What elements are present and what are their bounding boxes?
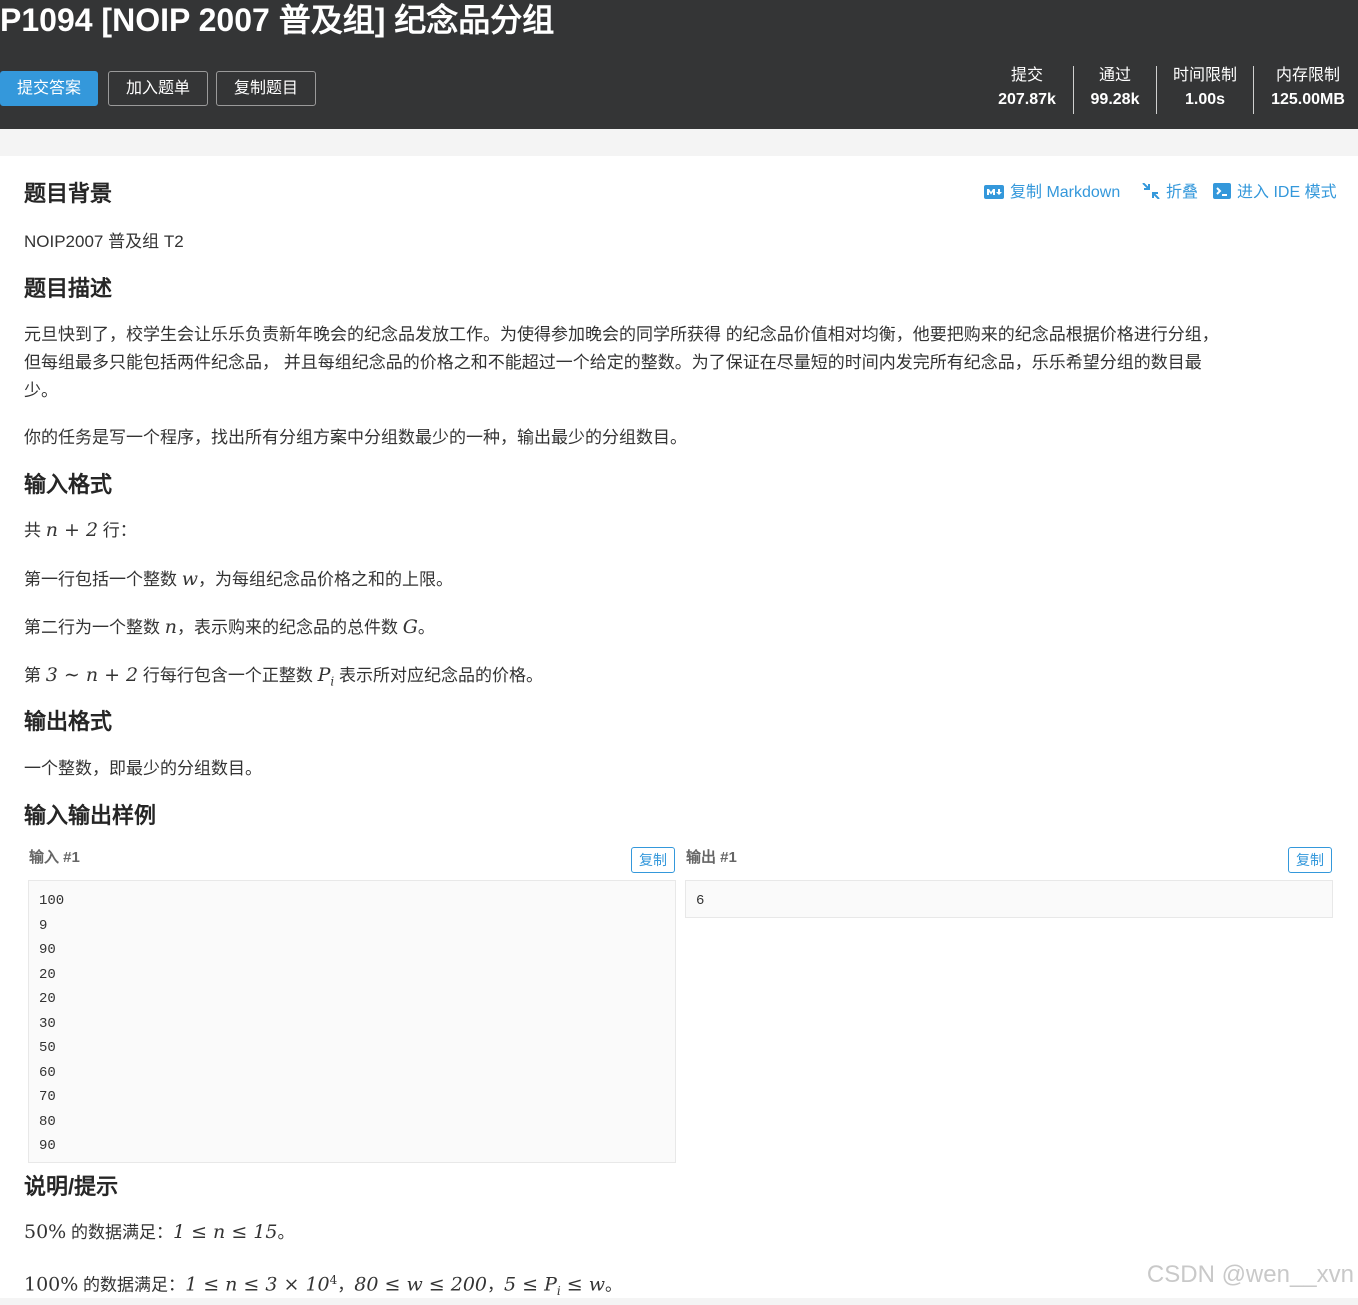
ide-mode-link[interactable]: 进入 IDE 模式: [1213, 181, 1337, 207]
copy-input-button[interactable]: 复制: [631, 847, 675, 873]
description-heading: 题目描述: [24, 276, 113, 301]
math: 1 ≤ n ≤ 3 × 10: [185, 1273, 330, 1296]
stat-label: 时间限制: [1172, 67, 1237, 84]
stat-accepted: 通过 99.28k: [1080, 64, 1150, 114]
stat-divider: [1073, 66, 1074, 114]
markdown-icon: [984, 183, 1004, 207]
description-task: 你的任务是写一个程序，找出所有分组方案中分组数最少的一种，输出最少的分组数目。: [24, 428, 687, 447]
text: ，表示购来的纪念品的总件数: [176, 618, 403, 637]
text: 表示所对应纪念品的价格。: [334, 666, 543, 685]
fold-label: 折叠: [1166, 184, 1199, 201]
text: 。: [604, 1275, 622, 1295]
text: ，: [487, 1275, 504, 1295]
copy-markdown-label: 复制 Markdown: [1010, 184, 1121, 201]
text: 第二行为一个整数: [24, 618, 165, 637]
stat-divider: [1156, 66, 1157, 114]
output-format-text: 一个整数，即最少的分组数目。: [24, 759, 262, 778]
ide-mode-label: 进入 IDE 模式: [1237, 184, 1337, 201]
fold-link[interactable]: 折叠: [1142, 181, 1198, 207]
add-to-list-button[interactable]: 加入题单: [108, 71, 208, 106]
stat-submissions: 提交 207.87k: [990, 64, 1064, 114]
code-line: 30: [39, 1015, 56, 1032]
input-format-heading: 输入格式: [24, 472, 113, 497]
input-line-4: 第 3 ∼ n + 2 行每行包含一个正整数 Pi 表示所对应纪念品的价格。: [24, 661, 1334, 695]
text: 的数据满足：: [78, 1275, 186, 1295]
copy-markdown-link[interactable]: 复制 Markdown: [984, 181, 1120, 207]
math: P: [317, 664, 331, 686]
sample-input-label: 输入 #1: [29, 849, 80, 866]
sample-input-box[interactable]: 100 9 90 20 20 30 50 60 70 80 90: [28, 880, 676, 1163]
math: 80 ≤ w ≤ 200: [354, 1273, 487, 1296]
code-line: 20: [39, 966, 56, 983]
math: 1 ≤ n ≤ 15: [172, 1221, 278, 1243]
text: ，为每组纪念品价格之和的上限。: [198, 570, 453, 589]
code-line: 6: [696, 893, 705, 909]
code-line: 50: [39, 1040, 56, 1056]
text: 。: [417, 618, 435, 637]
copy-problem-button[interactable]: 复制题目: [216, 71, 316, 106]
code-line: 80: [39, 1113, 56, 1130]
description-line-3: 少。: [24, 381, 58, 400]
stat-label: 通过: [1098, 67, 1131, 84]
text: 行：: [98, 521, 137, 540]
text: 行每行包含一个正整数: [138, 666, 318, 685]
text: ，: [337, 1275, 355, 1295]
math: n: [164, 616, 177, 638]
output-format-heading: 输出格式: [24, 709, 113, 734]
input-line-1: 共 n + 2 行：: [24, 516, 1334, 545]
stat-label: 提交: [1010, 67, 1043, 84]
sample-output-label: 输出 #1: [686, 849, 737, 866]
text: 第一行包括一个整数: [24, 570, 182, 589]
math: ≤ w: [560, 1273, 605, 1296]
background-heading: 题目背景: [24, 181, 113, 206]
code-line: 90: [39, 942, 56, 958]
code-line: 70: [39, 1089, 56, 1105]
text: 的数据满足：: [66, 1223, 173, 1242]
watermark: CSDN @wen__xvn: [1146, 1261, 1354, 1288]
samples-heading: 输入输出样例: [24, 803, 157, 828]
math: n + 2: [45, 519, 99, 541]
text: 。: [277, 1223, 295, 1242]
stat-value: 125.00MB: [1271, 91, 1345, 108]
text: 第: [24, 666, 46, 685]
code-line: 20: [39, 991, 56, 1007]
sample-output-box[interactable]: 6: [685, 880, 1333, 918]
math: 100%: [24, 1273, 79, 1296]
stat-time-limit: 时间限制 1.00s: [1164, 64, 1246, 114]
code-line: 60: [39, 1064, 56, 1081]
stat-memory-limit: 内存限制 125.00MB: [1262, 64, 1354, 114]
input-line-3: 第二行为一个整数 n，表示购来的纪念品的总件数 G。: [24, 613, 1334, 642]
math: G: [402, 616, 418, 638]
fold-icon: [1142, 182, 1160, 207]
hint-line-2: 100% 的数据满足：1 ≤ n ≤ 3 × 104，80 ≤ w ≤ 200，…: [24, 1266, 1334, 1305]
math: 5 ≤ P: [504, 1273, 557, 1296]
terminal-icon: [1213, 183, 1231, 207]
stat-label: 内存限制: [1275, 67, 1340, 84]
submit-answer-button[interactable]: 提交答案: [0, 71, 98, 106]
stat-divider: [1253, 66, 1254, 114]
stat-value: 1.00s: [1184, 91, 1226, 108]
description-line-2: 但每组最多只能包括两件纪念品， 并且每组纪念品的价格之和不能超过一个给定的整数。…: [24, 353, 1202, 372]
math: 3 ∼ n + 2: [45, 664, 139, 686]
text: 共: [24, 521, 46, 540]
background-text: NOIP2007 普及组 T2: [24, 232, 184, 251]
hint-heading: 说明/提示: [24, 1174, 119, 1199]
page-title: P1094 [NOIP 2007 普及组] 纪念品分组: [0, 2, 555, 38]
math: 50%: [24, 1221, 67, 1243]
hint-line-1: 50% 的数据满足：1 ≤ n ≤ 15。: [24, 1218, 1334, 1247]
description-line-1: 元旦快到了，校学生会让乐乐负责新年晚会的纪念品发放工作。为使得参加晚会的同学所获…: [24, 325, 1219, 344]
code-line: 9: [39, 917, 48, 934]
input-line-2: 第一行包括一个整数 w，为每组纪念品价格之和的上限。: [24, 565, 1334, 594]
stat-value: 207.87k: [998, 91, 1056, 108]
code-line: 100: [39, 893, 65, 909]
copy-output-button[interactable]: 复制: [1288, 847, 1332, 873]
problem-header: P1094 [NOIP 2007 普及组] 纪念品分组 提交答案 加入题单 复制…: [0, 0, 1358, 129]
code-line: 90: [39, 1138, 56, 1154]
stat-value: 99.28k: [1090, 91, 1140, 108]
math: w: [181, 568, 198, 590]
